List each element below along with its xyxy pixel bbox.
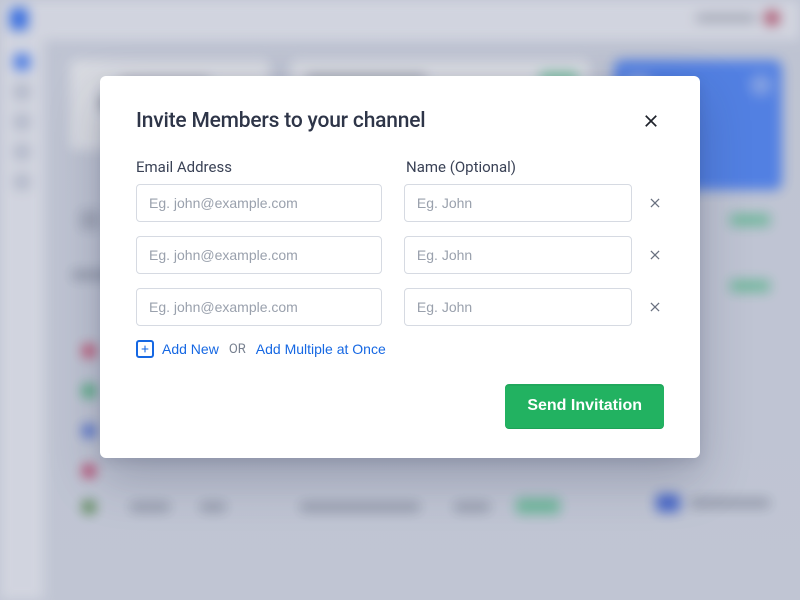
remove-row-button[interactable]: [646, 298, 664, 316]
close-icon: [648, 250, 662, 265]
email-field[interactable]: [136, 236, 382, 274]
modal-footer: Send Invitation: [136, 384, 664, 428]
invite-row: [136, 288, 664, 326]
remove-row-button[interactable]: [646, 246, 664, 264]
name-field[interactable]: [404, 236, 632, 274]
invite-row: [136, 236, 664, 274]
add-multiple-button[interactable]: Add Multiple at Once: [256, 341, 386, 357]
send-invitation-button[interactable]: Send Invitation: [505, 384, 664, 428]
modal-title: Invite Members to your channel: [136, 109, 425, 133]
email-field[interactable]: [136, 184, 382, 222]
remove-row-button[interactable]: [646, 194, 664, 212]
invite-row: [136, 184, 664, 222]
add-new-label: Add New: [162, 341, 219, 357]
or-separator: OR: [229, 342, 246, 357]
invite-members-modal: Invite Members to your channel Email Add…: [100, 76, 700, 458]
email-field[interactable]: [136, 288, 382, 326]
plus-square-icon: [136, 340, 154, 358]
add-actions-row: Add New OR Add Multiple at Once: [136, 340, 664, 358]
close-icon: [648, 198, 662, 213]
field-labels-row: Email Address Name (Optional): [136, 158, 664, 176]
add-new-button[interactable]: Add New: [136, 340, 219, 358]
close-button[interactable]: [638, 108, 664, 134]
close-icon: [642, 118, 660, 133]
name-field[interactable]: [404, 288, 632, 326]
close-icon: [648, 302, 662, 317]
modal-header: Invite Members to your channel: [136, 108, 664, 134]
name-field[interactable]: [404, 184, 632, 222]
name-label: Name (Optional): [406, 158, 636, 176]
email-label: Email Address: [136, 158, 384, 176]
